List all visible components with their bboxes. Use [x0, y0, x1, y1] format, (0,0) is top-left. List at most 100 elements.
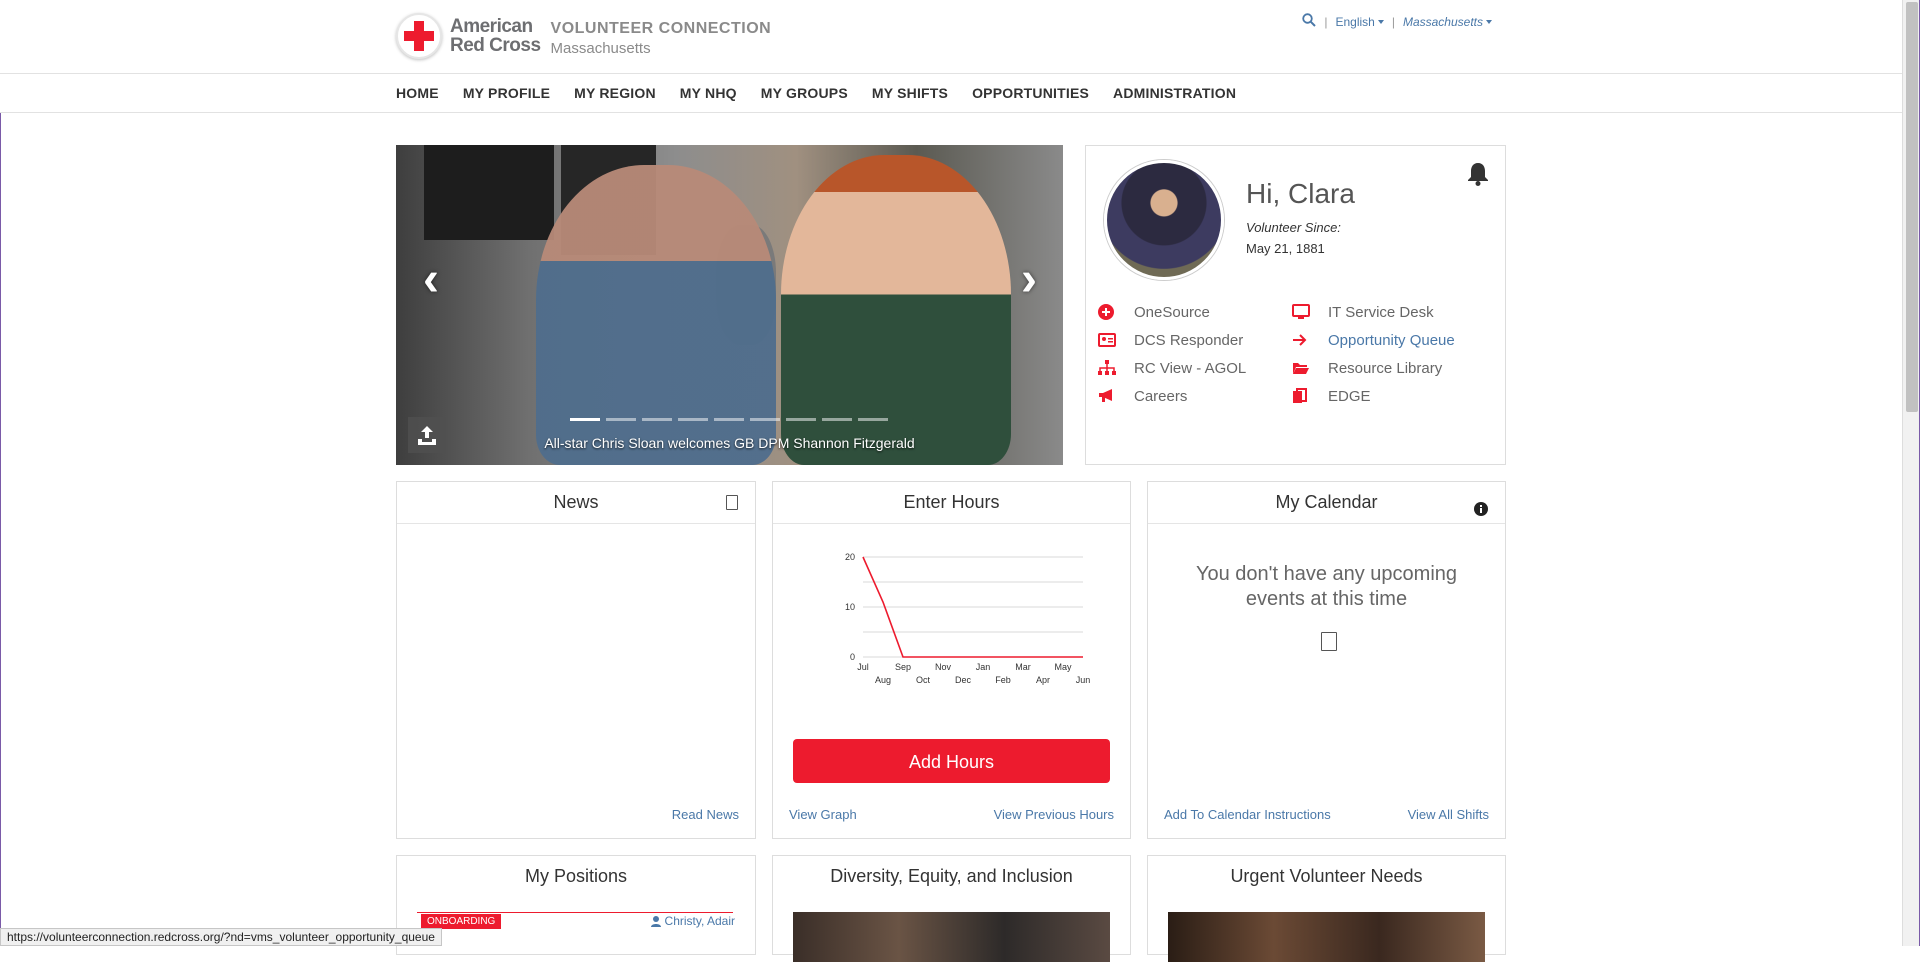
link-onesource[interactable]: OneSource	[1098, 302, 1292, 322]
carousel-indicator[interactable]	[858, 418, 888, 421]
card-title-text: My Calendar	[1275, 492, 1378, 512]
profile-card: Hi, Clara Volunteer Since: May 21, 1881 …	[1085, 145, 1506, 465]
chart-y-tick-label: 20	[845, 552, 855, 562]
carousel-next-button[interactable]: ›	[1008, 256, 1050, 304]
browser-status-url: https://volunteerconnection.redcross.org…	[0, 928, 442, 946]
urgent-needs-card: Urgent Volunteer Needs	[1147, 855, 1506, 962]
status-badge: ONBOARDING	[421, 914, 502, 929]
link-it-service-desk[interactable]: IT Service Desk	[1292, 302, 1486, 322]
org-name-line2: Red Cross	[450, 35, 541, 56]
arrow-right-icon	[1292, 333, 1328, 347]
page-scrollbar[interactable]	[1902, 0, 1920, 946]
carousel-indicators	[570, 418, 888, 421]
link-resource-library[interactable]: Resource Library	[1292, 358, 1486, 378]
link-opportunity-queue[interactable]: Opportunity Queue	[1292, 330, 1486, 350]
carousel-indicator[interactable]	[822, 418, 852, 421]
chart-y-tick-label: 10	[845, 602, 855, 612]
chart-x-tick-label: Feb	[995, 675, 1011, 685]
link-careers[interactable]: Careers	[1098, 386, 1292, 406]
chart-x-tick-label: Dec	[955, 675, 972, 685]
search-icon[interactable]	[1302, 13, 1317, 30]
sitemap-icon	[1098, 360, 1134, 376]
folder-open-icon	[1292, 361, 1328, 375]
view-graph-link[interactable]: View Graph	[789, 807, 857, 822]
nav-my-groups[interactable]: MY GROUPS	[761, 74, 848, 113]
enter-hours-card: Enter Hours 0 10 20 Jul Aug Sep Oct Nov Dec Jan Fe…	[772, 481, 1131, 839]
expand-icon[interactable]	[726, 495, 738, 510]
carousel-indicator[interactable]	[570, 418, 600, 421]
position-divider	[417, 912, 733, 913]
chart-y-tick-label: 0	[850, 652, 855, 662]
greeting: Hi, Clara	[1246, 178, 1355, 209]
state-dropdown[interactable]: Massachusetts	[1403, 15, 1492, 29]
chart-x-tick-label: Jun	[1076, 675, 1091, 685]
red-cross-logo-icon	[396, 13, 442, 59]
my-positions-title: My Positions	[524, 866, 628, 886]
quick-links: OneSource IT Service Desk DCS Responder …	[1098, 302, 1486, 406]
link-label: DCS Responder	[1134, 331, 1244, 349]
dei-card: Diversity, Equity, and Inclusion	[772, 855, 1131, 962]
scrollbar-thumb[interactable]	[1906, 2, 1918, 412]
news-card: News Read News	[396, 481, 756, 839]
nav-my-profile[interactable]: MY PROFILE	[463, 74, 550, 113]
no-events-message: You don't have any upcoming events at th…	[1195, 563, 1458, 610]
user-icon	[650, 915, 661, 927]
language-dropdown[interactable]: English	[1335, 14, 1384, 29]
nav-administration[interactable]: ADMINISTRATION	[1113, 74, 1236, 113]
my-positions-card: My Positions ONBOARDING Christy, Adair	[396, 855, 756, 955]
language-label: English	[1335, 14, 1375, 29]
add-hours-button[interactable]: Add Hours	[793, 739, 1110, 783]
plus-circle-icon	[1098, 304, 1134, 320]
link-label: RC View - AGOL	[1134, 359, 1247, 377]
view-previous-hours-link[interactable]: View Previous Hours	[994, 807, 1114, 822]
nav-my-region[interactable]: MY REGION	[574, 74, 656, 113]
photo-menu-board	[424, 145, 554, 240]
read-news-link[interactable]: Read News	[672, 807, 739, 822]
brand-logo[interactable]: American Red Cross VOLUNTEER CONNECTION …	[396, 13, 771, 59]
carousel-indicator[interactable]	[750, 418, 780, 421]
card-title-text: News	[553, 492, 599, 512]
chart-x-tick-label: Jul	[857, 662, 869, 672]
product-name: VOLUNTEER CONNECTION Massachusetts	[551, 20, 772, 57]
hours-chart[interactable]: 0 10 20 Jul Aug Sep Oct NovDec Jan Feb Mar Apr May Ju…	[793, 537, 1093, 707]
chart-x-tick-label: Oct	[916, 675, 931, 685]
carousel-indicator[interactable]	[786, 418, 816, 421]
window-border-left	[0, 0, 1, 946]
position-assignee[interactable]: Christy, Adair	[650, 914, 735, 928]
link-dcs-responder[interactable]: DCS Responder	[1098, 330, 1292, 350]
nav-my-shifts[interactable]: MY SHIFTS	[872, 74, 948, 113]
chart-x-tick-label: Nov	[935, 662, 952, 672]
info-icon[interactable]	[1474, 490, 1488, 530]
link-label: IT Service Desk	[1328, 303, 1434, 321]
carousel-indicator[interactable]	[606, 418, 636, 421]
id-card-icon	[1098, 333, 1134, 347]
carousel-indicator[interactable]	[678, 418, 708, 421]
my-calendar-title: My Calendar	[1148, 482, 1505, 524]
link-label: OneSource	[1134, 303, 1210, 321]
carousel-prev-button[interactable]: ‹	[410, 256, 452, 304]
dei-image[interactable]	[793, 912, 1110, 962]
bell-icon[interactable]	[1467, 162, 1489, 191]
carousel-indicator[interactable]	[714, 418, 744, 421]
nav-home[interactable]: HOME	[396, 74, 439, 113]
view-all-shifts-link[interactable]: View All Shifts	[1408, 807, 1489, 822]
org-name-line1: American	[450, 16, 533, 37]
link-rc-view-agol[interactable]: RC View - AGOL	[1098, 358, 1292, 378]
nav-opportunities[interactable]: OPPORTUNITIES	[972, 74, 1089, 113]
volunteer-since-date: May 21, 1881	[1246, 241, 1325, 256]
urgent-needs-image[interactable]	[1168, 912, 1485, 962]
site-header: American Red Cross VOLUNTEER CONNECTION …	[0, 0, 1902, 74]
nav-my-nhq[interactable]: MY NHQ	[680, 74, 737, 113]
chevron-down-icon	[1486, 20, 1492, 25]
avatar[interactable]	[1104, 160, 1224, 280]
assignee-name: Christy, Adair	[664, 914, 735, 928]
separator: |	[1391, 14, 1395, 29]
link-edge[interactable]: EDGE	[1292, 386, 1486, 406]
urgent-needs-title: Urgent Volunteer Needs	[1230, 866, 1423, 886]
main-nav: HOME MY PROFILE MY REGION MY NHQ MY GROU…	[0, 74, 1902, 113]
add-to-calendar-link[interactable]: Add To Calendar Instructions	[1164, 807, 1331, 822]
product-region: Massachusetts	[550, 39, 651, 57]
carousel-indicator[interactable]	[642, 418, 672, 421]
upload-photo-button[interactable]	[408, 417, 446, 453]
product-title: VOLUNTEER CONNECTION	[550, 19, 772, 37]
